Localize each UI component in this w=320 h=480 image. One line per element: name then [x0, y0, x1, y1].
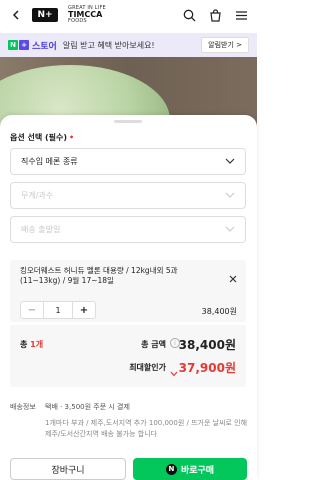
total-count: 총 1개	[20, 339, 43, 350]
menu-icon[interactable]	[233, 7, 249, 23]
total-amount: 38,400원	[178, 338, 236, 352]
close-icon[interactable]	[229, 268, 237, 287]
select-weight-label: 무게/과수	[21, 191, 54, 200]
plus-icon: +	[19, 40, 29, 50]
buy-button-label: 바로구매	[180, 465, 215, 476]
naver-n-icon: N	[8, 40, 18, 50]
store-label: 스토어	[32, 41, 57, 52]
total-count-label: 총	[20, 340, 28, 349]
selected-option-name: 킹오더웨스트 허니듀 멜론 대용량 / 12kg내외 5과 (11~13kg) …	[20, 266, 178, 286]
chevron-down-icon	[225, 191, 235, 200]
required-mark: •	[69, 133, 75, 142]
cart-button-label: 장바구니	[51, 465, 85, 476]
discount-amount: 37,900원	[178, 361, 236, 375]
select-melon-type-label: 직수입 메론 종류	[21, 157, 78, 166]
shipping-label: 배송정보	[10, 403, 36, 411]
option-sheet: 옵션 선택 (필수) • 직수입 메론 종류 무게/과수 배송 출발일 킹오더웨스…	[0, 115, 257, 480]
search-icon[interactable]	[181, 7, 197, 23]
brand-logo[interactable]: GREAT IN LIFE TIMCCA FOODS	[68, 6, 106, 24]
quantity-stepper: − 1 +	[20, 301, 96, 319]
nplus-logo[interactable]: N+	[32, 8, 58, 22]
select-weight[interactable]: 무게/과수	[10, 182, 246, 209]
npay-icon: N	[165, 463, 177, 475]
brand-line3: FOODS	[68, 18, 87, 24]
discount-label[interactable]: 최대할인가	[129, 362, 166, 373]
add-to-cart-button[interactable]: 장바구니	[10, 458, 126, 480]
shipping-main: 택배 · 3,500원 주문 시 결제	[45, 403, 130, 411]
total-amount-label: 총 금액	[141, 340, 166, 349]
selected-option-price: 38,400원	[201, 307, 237, 316]
select-ship-date-label: 배송 출발일	[21, 225, 61, 234]
top-header: N+ GREAT IN LIFE TIMCCA FOODS	[0, 0, 257, 30]
cart-icon[interactable]	[207, 7, 223, 23]
decrease-button[interactable]: −	[21, 302, 43, 318]
shipping-note: 1개마다 부과 / 제주,도서지역 추가 100,000원 / 뜨거운 날씨로 …	[45, 419, 248, 438]
store-banner[interactable]: N + 스토어 알림 받고 혜택 받아보세요! 알림받기 >	[0, 33, 257, 57]
banner-message: 알림 받고 혜택 받아보세요!	[62, 40, 155, 50]
sheet-grabber[interactable]	[114, 120, 142, 123]
increase-button[interactable]: +	[73, 302, 95, 318]
buy-now-button[interactable]: N 바로구매	[133, 458, 247, 480]
total-count-num: 1개	[30, 340, 44, 349]
selected-option: 킹오더웨스트 허니듀 멜론 대용량 / 12kg내외 5과 (11~13kg) …	[10, 260, 246, 322]
action-bar: 장바구니 N 바로구매	[0, 458, 257, 480]
naver-store-logo: N + 스토어	[8, 39, 57, 52]
notify-button[interactable]: 알림받기 >	[201, 37, 249, 53]
quantity-value[interactable]: 1	[43, 302, 73, 318]
total-summary: 총 1개 총 금액 i 38,400원 최대할인가 37,900원	[10, 325, 246, 387]
option-title-text: 옵션 선택 (필수)	[10, 133, 68, 142]
select-ship-date[interactable]: 배송 출발일	[10, 216, 246, 243]
option-title: 옵션 선택 (필수) •	[10, 132, 74, 143]
select-melon-type[interactable]: 직수입 메론 종류	[10, 148, 246, 175]
chevron-down-icon	[225, 157, 235, 166]
chevron-down-icon[interactable]	[170, 362, 178, 381]
chevron-down-icon	[225, 225, 235, 234]
back-icon[interactable]	[8, 7, 24, 23]
